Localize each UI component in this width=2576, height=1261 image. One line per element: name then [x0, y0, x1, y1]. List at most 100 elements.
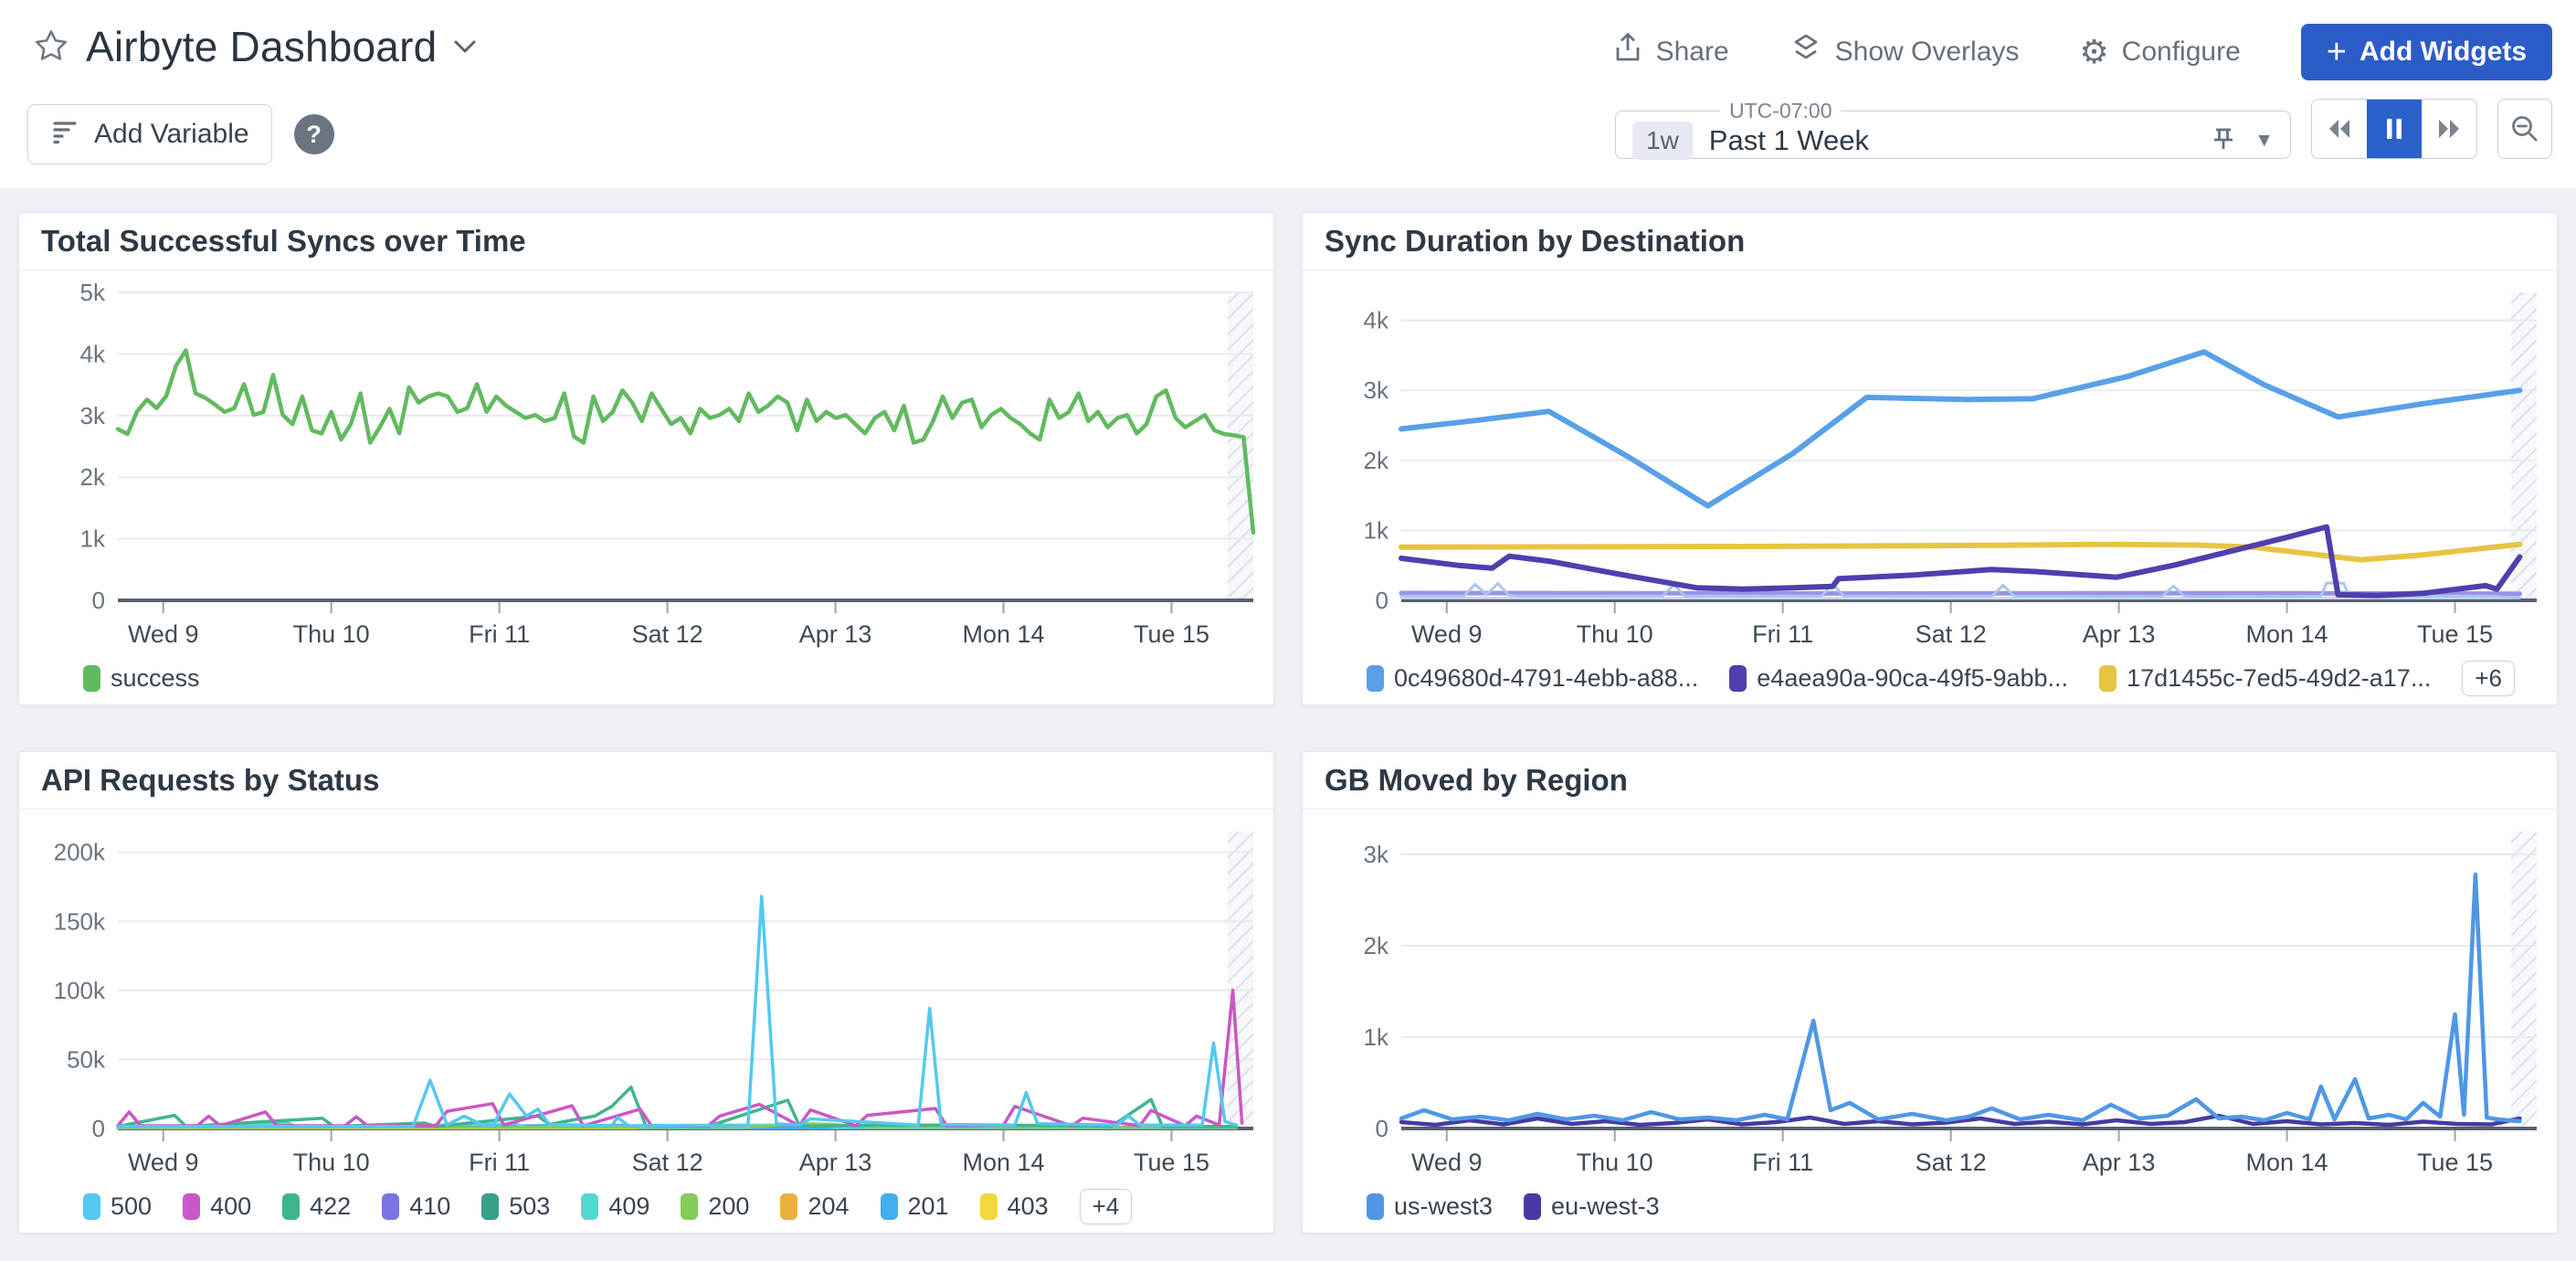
legend-item[interactable]: 503: [481, 1192, 550, 1221]
time-shift-controls: [2311, 99, 2477, 159]
add-variable-button[interactable]: Add Variable: [27, 104, 272, 164]
overlays-icon: [1789, 32, 1822, 72]
svg-text:2k: 2k: [80, 463, 106, 491]
time-range-chip[interactable]: 1w: [1632, 122, 1693, 160]
svg-text:3k: 3k: [80, 402, 106, 429]
legend-item[interactable]: 204: [780, 1192, 849, 1221]
svg-text:0: 0: [92, 1115, 105, 1142]
pin-icon[interactable]: [2209, 124, 2238, 158]
add-widgets-label: Add Widgets: [2360, 37, 2527, 68]
chart-legend: 500 400 422 410 503 409 200 204 201 403 +4: [19, 1180, 1273, 1233]
svg-text:Wed 9: Wed 9: [1411, 1149, 1483, 1176]
legend-item[interactable]: eu-west-3: [1524, 1192, 1660, 1221]
share-label: Share: [1656, 37, 1729, 68]
legend-label: us-west3: [1394, 1192, 1493, 1221]
configure-button[interactable]: ⚙ Configure: [2079, 36, 2240, 69]
legend-item[interactable]: 410: [382, 1192, 450, 1221]
svg-text:Apr 13: Apr 13: [799, 1149, 872, 1176]
configure-label: Configure: [2122, 37, 2241, 68]
svg-text:Apr 13: Apr 13: [2083, 1149, 2156, 1176]
favorite-star-icon[interactable]: [33, 28, 69, 65]
svg-text:Fri 11: Fri 11: [469, 620, 530, 648]
widget-title: API Requests by Status: [19, 752, 1273, 810]
legend-label: 204: [808, 1192, 849, 1221]
svg-text:4k: 4k: [80, 340, 106, 367]
zoom-out-button[interactable]: [2497, 99, 2552, 159]
time-dropdown-caret-icon[interactable]: ▼: [2254, 130, 2274, 152]
time-range-picker[interactable]: UTC-07:00 1w Past 1 Week ▼: [1615, 99, 2291, 159]
legend-item[interactable]: 201: [881, 1192, 949, 1221]
widget-title: Sync Duration by Destination: [1303, 213, 2557, 270]
svg-text:150k: 150k: [54, 907, 106, 935]
legend-item[interactable]: us-west3: [1367, 1192, 1493, 1221]
legend-label: 503: [509, 1192, 550, 1221]
legend-item[interactable]: 409: [581, 1192, 649, 1221]
legend-item[interactable]: 500: [83, 1192, 152, 1221]
show-overlays-button[interactable]: Show Overlays: [1789, 32, 2020, 72]
svg-text:2k: 2k: [1364, 447, 1389, 474]
timezone-label: UTC-07:00: [1720, 99, 1841, 123]
svg-text:Fri 11: Fri 11: [1752, 1149, 1813, 1176]
legend-label: eu-west-3: [1551, 1192, 1660, 1221]
legend-item[interactable]: 400: [183, 1192, 251, 1221]
svg-text:Mon 14: Mon 14: [2246, 1149, 2328, 1176]
svg-text:Wed 9: Wed 9: [128, 620, 199, 648]
svg-text:Fri 11: Fri 11: [1752, 620, 1813, 648]
legend-item[interactable]: 422: [282, 1192, 351, 1221]
time-range-label: Past 1 Week: [1709, 124, 1869, 157]
legend-item[interactable]: 403: [980, 1192, 1049, 1221]
legend-label: 201: [908, 1192, 949, 1221]
legend-swatch: [581, 1193, 598, 1220]
svg-text:0: 0: [1376, 1115, 1388, 1142]
legend-label: 403: [1008, 1192, 1049, 1221]
legend-swatch: [780, 1193, 797, 1220]
legend-item[interactable]: 200: [681, 1192, 749, 1221]
svg-text:1k: 1k: [1364, 516, 1389, 544]
legend-label: 409: [608, 1192, 649, 1221]
title-group: Airbyte Dashboard: [33, 22, 477, 71]
legend-swatch: [1367, 665, 1384, 692]
svg-text:Thu 10: Thu 10: [1577, 620, 1653, 648]
plus-icon: +: [2327, 39, 2347, 65]
svg-text:Sat 12: Sat 12: [632, 620, 703, 648]
legend-swatch: [1524, 1193, 1541, 1220]
svg-text:Thu 10: Thu 10: [293, 620, 370, 648]
chart-canvas[interactable]: 050k100k150k200kWed 9Thu 10Fri 11Sat 12A…: [19, 810, 1273, 1180]
legend-label: 500: [111, 1192, 152, 1221]
time-forward-button[interactable]: [2422, 100, 2476, 158]
add-widgets-button[interactable]: + Add Widgets: [2301, 24, 2552, 80]
legend-swatch: [382, 1193, 399, 1220]
svg-text:Mon 14: Mon 14: [963, 1149, 1045, 1176]
svg-text:Fri 11: Fri 11: [469, 1149, 530, 1176]
chart-legend: success: [19, 652, 1273, 705]
legend-swatch: [2099, 665, 2117, 692]
legend-overflow-badge[interactable]: +4: [1080, 1189, 1133, 1224]
svg-text:5k: 5k: [80, 279, 106, 306]
add-variable-label: Add Variable: [94, 119, 249, 150]
chart-canvas[interactable]: 01k2k3k4kWed 9Thu 10Fri 11Sat 12Apr 13Mo…: [1303, 270, 2557, 652]
legend-swatch: [980, 1193, 998, 1220]
help-icon[interactable]: ?: [294, 114, 334, 154]
legend-overflow-badge[interactable]: +6: [2462, 661, 2515, 696]
gear-icon: ⚙: [2079, 36, 2108, 69]
title-chevron-down-icon[interactable]: [453, 38, 477, 55]
widget-title: GB Moved by Region: [1303, 752, 2557, 810]
svg-text:3k: 3k: [1364, 841, 1389, 868]
share-button[interactable]: Share: [1612, 32, 1729, 72]
dashboard-title: Airbyte Dashboard: [86, 22, 437, 71]
legend-swatch: [1367, 1193, 1384, 1220]
svg-text:3k: 3k: [1364, 376, 1389, 404]
svg-text:Mon 14: Mon 14: [963, 620, 1045, 648]
time-pause-button[interactable]: [2367, 100, 2422, 158]
chart-canvas[interactable]: 01k2k3k4k5kWed 9Thu 10Fri 11Sat 12Apr 13…: [19, 270, 1273, 652]
legend-item[interactable]: success: [83, 664, 200, 693]
time-cluster: UTC-07:00 1w Past 1 Week ▼: [1615, 99, 2552, 159]
chart-canvas[interactable]: 01k2k3kWed 9Thu 10Fri 11Sat 12Apr 13Mon …: [1303, 810, 2557, 1180]
legend-item[interactable]: e4aea90a-90ca-49f5-9abb...: [1729, 664, 2068, 693]
svg-text:Tue 15: Tue 15: [1134, 1149, 1209, 1176]
legend-item[interactable]: 17d1455c-7ed5-49d2-a17...: [2099, 664, 2431, 693]
widget-total-successful-syncs: Total Successful Syncs over Time 01k2k3k…: [18, 212, 1274, 705]
time-backward-button[interactable]: [2312, 100, 2367, 158]
legend-swatch: [83, 1193, 100, 1220]
legend-item[interactable]: 0c49680d-4791-4ebb-a88...: [1367, 664, 1698, 693]
